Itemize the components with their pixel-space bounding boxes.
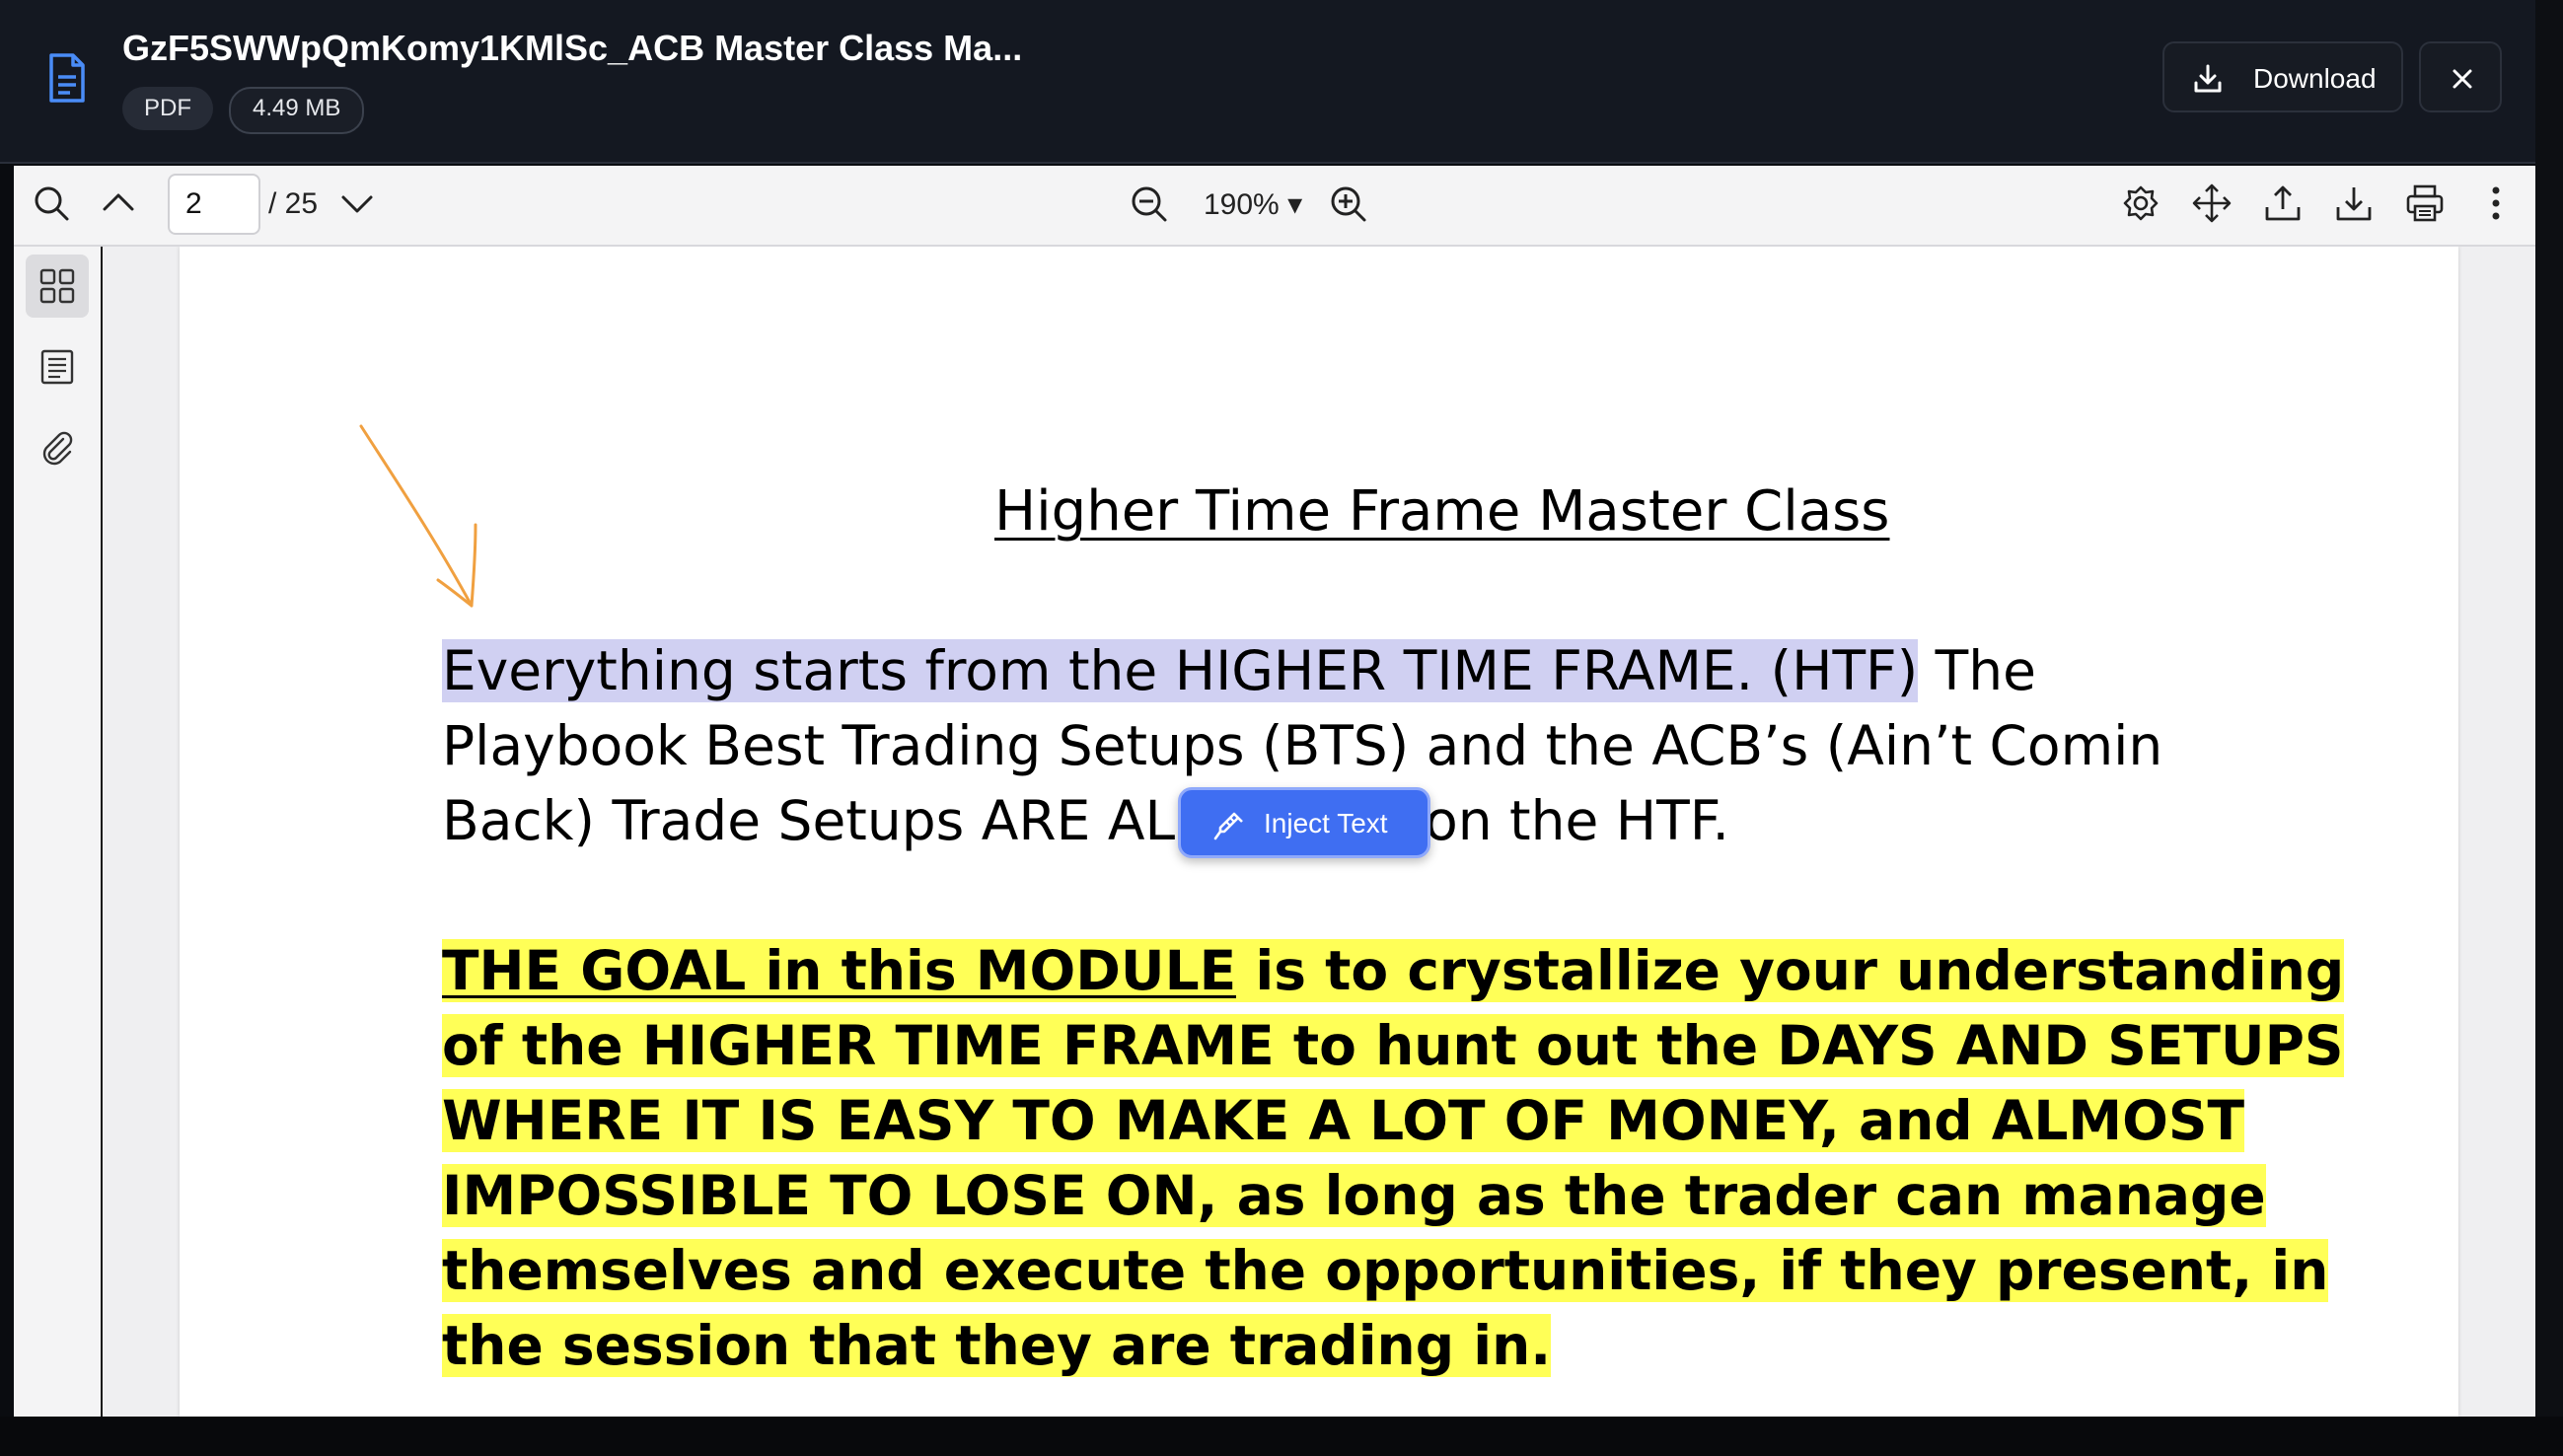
document-viewport[interactable]: Higher Time Frame Master Class Everythin…	[103, 247, 2535, 1417]
outline-button[interactable]	[26, 335, 89, 399]
search-icon[interactable]	[30, 182, 73, 225]
pdf-page: Higher Time Frame Master Class Everythin…	[180, 247, 2458, 1417]
file-size-badge: 4.49 MB	[229, 87, 365, 134]
inject-text-button[interactable]: Inject Text	[1178, 787, 1430, 858]
save-download-icon[interactable]	[2332, 182, 2376, 225]
page-total: / 25	[268, 187, 319, 220]
download-label: Download	[2253, 63, 2377, 94]
document-title: Higher Time Frame Master Class	[994, 479, 1890, 544]
caret-down-icon: ▾	[1287, 188, 1303, 221]
close-button[interactable]	[2419, 41, 2502, 112]
background-edge-bottom	[0, 1417, 2563, 1456]
document-icon	[49, 53, 85, 103]
more-options-icon[interactable]	[2474, 182, 2518, 225]
goal-heading: THE GOAL in this MODULE	[442, 939, 1237, 1002]
download-icon	[2194, 64, 2222, 93]
paperclip-icon	[42, 431, 73, 466]
pan-move-icon[interactable]	[2190, 182, 2233, 225]
chevron-up-icon[interactable]	[97, 182, 140, 225]
pdf-toolbar: / 25 190% ▾	[14, 166, 2535, 247]
outline-icon	[40, 349, 74, 385]
file-type-badge: PDF	[122, 87, 213, 130]
attachments-button[interactable]	[26, 416, 89, 479]
file-header: GzF5SWWpQmKomy1KMlSc_ACB Master Class Ma…	[0, 0, 2535, 164]
close-icon	[2453, 69, 2472, 89]
background-edge	[2535, 0, 2563, 1456]
viewer-sidebar	[14, 247, 103, 1417]
zoom-value: 190%	[1204, 188, 1280, 221]
download-button[interactable]: Download	[2162, 41, 2403, 112]
zoom-out-icon[interactable]	[1127, 182, 1170, 225]
page-number-input[interactable]	[168, 174, 260, 235]
annotation-arrow	[359, 424, 477, 608]
upload-icon[interactable]	[2261, 182, 2305, 225]
chevron-down-icon[interactable]	[335, 182, 379, 225]
zoom-select[interactable]: 190% ▾	[1204, 187, 1302, 222]
goal-text: is to crystallize your understanding of …	[442, 939, 2345, 1377]
print-icon[interactable]	[2403, 182, 2447, 225]
zoom-in-icon[interactable]	[1326, 182, 1369, 225]
file-title: GzF5SWWpQmKomy1KMlSc_ACB Master Class Ma…	[122, 28, 1023, 68]
selected-text[interactable]: Everything starts from the HIGHER TIME F…	[442, 639, 1919, 702]
thumbnails-button[interactable]	[26, 255, 89, 318]
thumbnails-icon	[39, 268, 75, 304]
paragraph-goal: THE GOAL in this MODULE is to crystalliz…	[442, 933, 2346, 1383]
inject-text-label: Inject Text	[1264, 808, 1388, 838]
syringe-icon	[1213, 812, 1243, 840]
rotate-icon[interactable]	[2119, 182, 2162, 225]
